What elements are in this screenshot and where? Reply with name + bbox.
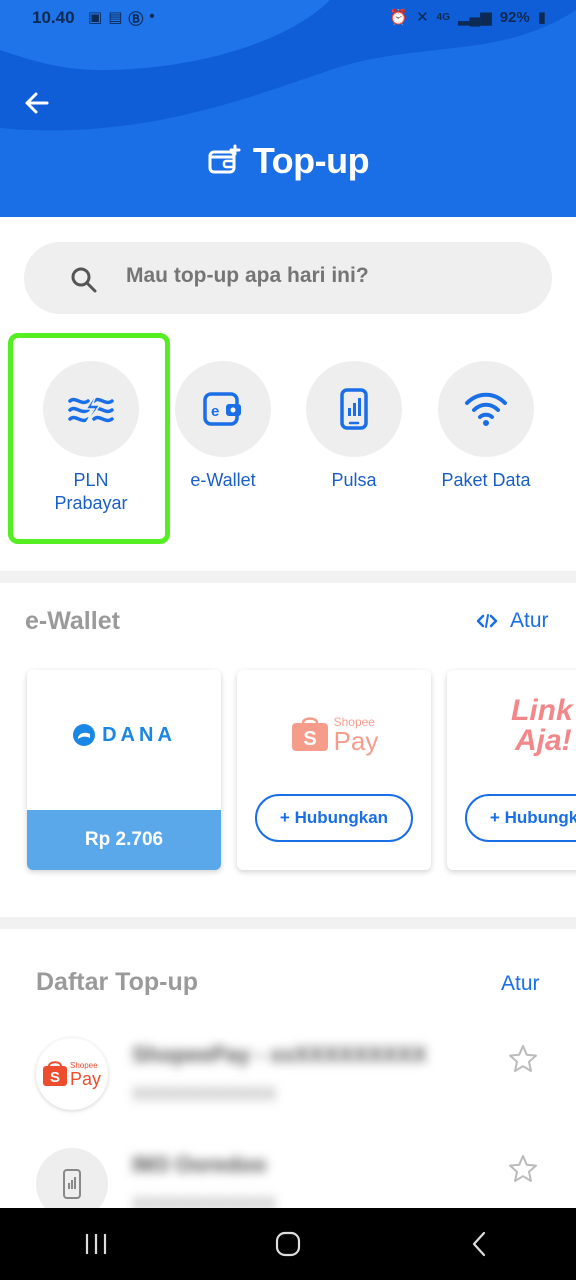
ewallet-section-title: e-Wallet xyxy=(25,607,120,635)
shopeepay-logo-icon: S Shopee Pay xyxy=(43,1061,101,1089)
category-row: PLN Prabayar e e-Wallet Pulsa Paket Data xyxy=(0,333,576,543)
category-icon-circle xyxy=(43,361,139,457)
wallet-card-shopeepay[interactable]: S Shopee Pay + Hubungkan xyxy=(237,670,431,870)
dana-balance: Rp 2.706 xyxy=(27,810,221,870)
title-wrap: Top-up xyxy=(0,140,576,182)
star-icon[interactable] xyxy=(508,1154,538,1184)
phone-icon xyxy=(63,1169,81,1199)
wifi-icon xyxy=(465,392,507,426)
alarm-icon: ⏰ xyxy=(389,9,409,26)
category-pln-prabayar[interactable]: PLN Prabayar xyxy=(26,333,156,543)
svg-text:Pay: Pay xyxy=(70,1069,101,1089)
network-type: 4G xyxy=(436,11,450,23)
linkaja-logo: Link Aja! xyxy=(511,696,573,756)
back-button[interactable] xyxy=(20,86,54,120)
wallet-card-dana[interactable]: DANA Rp 2.706 xyxy=(27,670,221,870)
wallet-card-linkaja[interactable]: Link Aja! + Hubungkan xyxy=(447,670,576,870)
back-nav-icon[interactable] xyxy=(466,1230,494,1258)
shopeepay-avatar: S Shopee Pay xyxy=(36,1038,108,1110)
atur-label: Atur xyxy=(510,609,549,632)
lightning-waves-icon xyxy=(68,390,114,428)
system-navigation-bar xyxy=(0,1208,576,1280)
dana-logo-icon xyxy=(73,724,96,746)
star-icon[interactable] xyxy=(508,1044,538,1074)
list-item-name: ShopeePay - xxXXXXXXXXX xyxy=(132,1042,427,1067)
battery-icon: ▮ xyxy=(537,9,546,26)
section-divider xyxy=(0,571,576,583)
dot-icon: • xyxy=(149,8,155,25)
category-label: PLN Prabayar xyxy=(54,470,128,513)
category-icon-circle: e xyxy=(175,361,271,457)
battery-percent: 92% xyxy=(499,8,530,26)
ewallet-atur-link[interactable]: Atur xyxy=(474,609,549,633)
topup-list-item[interactable]: S Shopee Pay ShopeePay - xxXXXXXXXXX XXX… xyxy=(0,1038,576,1138)
shopee-notification-icon: ▤ xyxy=(108,9,123,26)
page-title: Top-up xyxy=(252,140,370,181)
svg-text:S: S xyxy=(50,1069,60,1086)
shopeepay-logo: S Shopee Pay xyxy=(237,700,431,770)
shopee-bag-icon: S xyxy=(291,717,328,751)
connect-shopeepay-button[interactable]: + Hubungkan xyxy=(255,794,413,842)
wallet-icon: e xyxy=(203,392,241,426)
status-bar: 10.40 ▣ ▤ Ⓑ • ⏰ ✕ 4G ▂▄▆ 92% ▮ xyxy=(0,0,576,36)
topup-list-title: Daftar Top-up xyxy=(36,968,199,996)
signal-icon: ▂▄▆ xyxy=(458,9,492,26)
link-icon xyxy=(476,614,498,628)
category-label: Pulsa xyxy=(331,470,377,490)
arrow-left-icon xyxy=(25,92,49,114)
search-bar[interactable] xyxy=(24,242,552,314)
search-input[interactable] xyxy=(126,264,546,288)
header: 10.40 ▣ ▤ Ⓑ • ⏰ ✕ 4G ▂▄▆ 92% ▮ Top-up xyxy=(0,0,576,217)
status-right-icons: ⏰ ✕ 4G ▂▄▆ 92% ▮ xyxy=(389,8,546,27)
mute-icon: ✕ xyxy=(416,9,429,26)
svg-text:S: S xyxy=(303,728,316,750)
list-item-name: IM3 Ooredoo xyxy=(132,1152,267,1177)
recent-apps-icon[interactable] xyxy=(82,1231,110,1257)
b-notification-icon: Ⓑ xyxy=(128,11,144,28)
phone-icon xyxy=(340,388,368,430)
category-e-wallet[interactable]: e e-Wallet xyxy=(158,333,288,543)
category-label: Paket Data xyxy=(441,470,531,490)
status-notification-icons: ▣ ▤ Ⓑ • xyxy=(88,8,155,29)
list-item-subtitle: XXXXXXXXXXXX xyxy=(132,1084,277,1104)
wallet-plus-icon xyxy=(208,144,241,174)
shopee-logo-big-text: Pay xyxy=(333,726,379,756)
home-icon[interactable] xyxy=(274,1230,302,1258)
dana-logo-text: DANA xyxy=(102,723,176,746)
category-icon-circle xyxy=(438,361,534,457)
search-icon xyxy=(71,267,97,293)
linkaja-logo-line1: Link xyxy=(511,694,573,727)
linkaja-logo-line2: Aja! xyxy=(515,724,572,757)
svg-text:e: e xyxy=(211,403,219,420)
category-label: e-Wallet xyxy=(190,470,256,490)
category-icon-circle xyxy=(306,361,402,457)
status-time: 10.40 xyxy=(32,8,75,27)
topup-list-atur-link[interactable]: Atur xyxy=(501,972,540,996)
connect-linkaja-button[interactable]: + Hubungkan xyxy=(465,794,576,842)
section-divider xyxy=(0,917,576,929)
atur-label: Atur xyxy=(501,972,540,995)
gallery-icon: ▣ xyxy=(88,9,103,26)
category-pulsa[interactable]: Pulsa xyxy=(289,333,419,543)
dana-logo: DANA xyxy=(27,700,221,770)
category-paket-data[interactable]: Paket Data xyxy=(421,333,551,543)
